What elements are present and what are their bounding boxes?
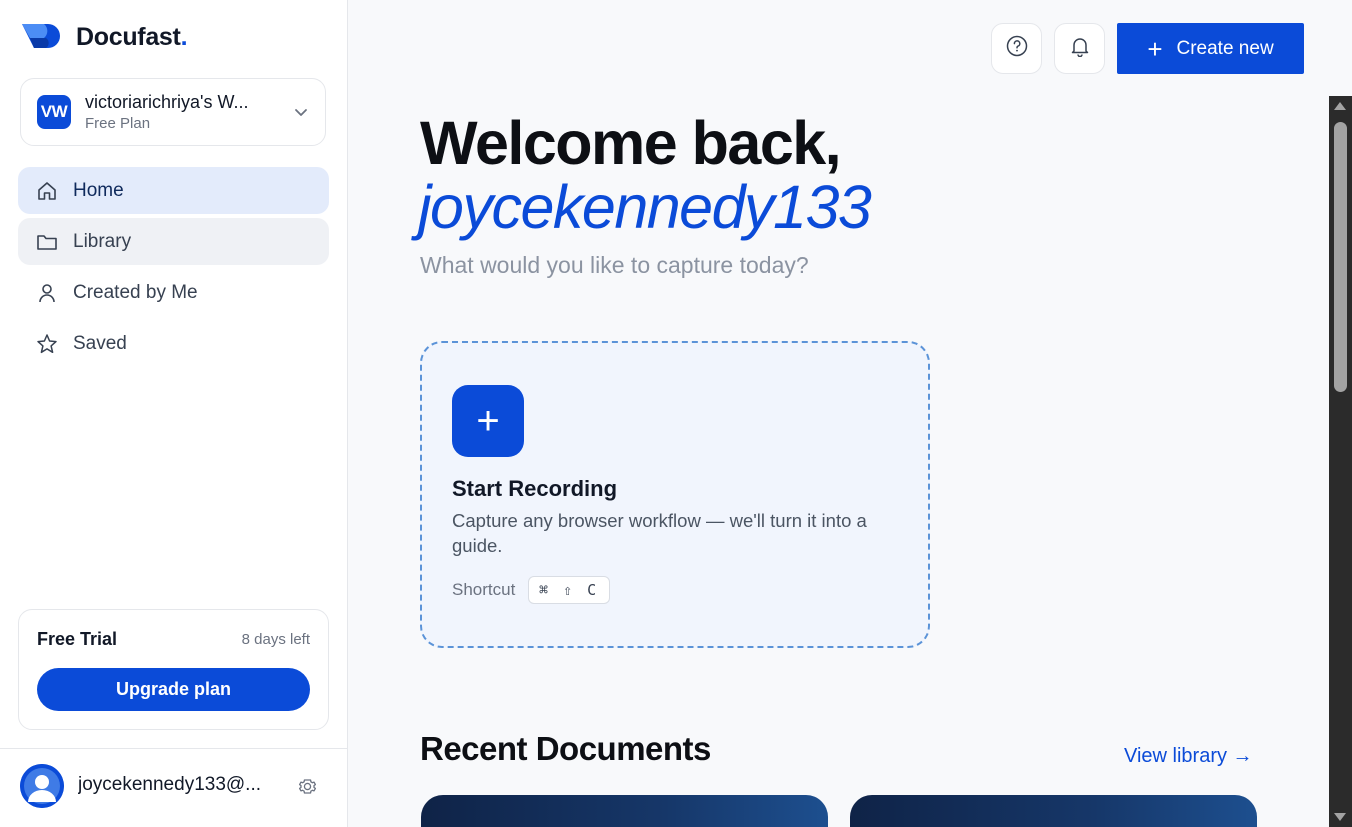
sidebar-nav: Home Library Created by Me Saved [18,167,329,371]
home-icon [36,180,58,202]
sidebar: Docufast. VW victoriarichriya's W... Fre… [0,0,348,827]
folder-icon [36,231,58,253]
view-library-link[interactable]: View library → [1124,745,1253,768]
document-card[interactable] [850,795,1257,827]
sidebar-item-created-by-me[interactable]: Created by Me [18,269,329,316]
recent-documents-heading: Recent Documents [420,730,711,767]
workspace-switcher[interactable]: VW victoriarichriya's W... Free Plan [20,78,326,146]
welcome-heading: Welcome back, [420,109,842,177]
user-email: joycekennedy133@... [78,774,262,795]
shortcut-keys: ⌘ ⇧ C [528,576,611,604]
workspace-name: victoriarichriya's W... [85,92,249,112]
welcome-subtitle: What would you like to capture today? [420,252,809,278]
scroll-up-arrow-icon[interactable] [1334,102,1346,110]
record-title: Start Recording [452,476,618,501]
workspace-avatar: VW [37,95,71,129]
upgrade-plan-button[interactable]: Upgrade plan [37,668,310,711]
trial-title: Free Trial [37,629,118,649]
avatar[interactable] [20,764,64,808]
shortcut-label: Shortcut [452,580,516,599]
brand-name: Docufast. [76,22,188,51]
sidebar-item-label: Saved [73,332,127,354]
trial-days-left: 8 days left [241,631,310,648]
sidebar-item-label: Home [73,179,124,201]
document-card[interactable] [421,795,828,827]
free-trial-card: Free Trial 8 days left Upgrade plan [18,609,329,730]
sidebar-item-home[interactable]: Home [18,167,329,214]
notifications-button[interactable] [1054,23,1105,74]
help-circle-icon [1006,35,1028,62]
record-description: Capture any browser workflow — we'll tur… [452,510,867,556]
star-icon [36,333,58,355]
start-recording-card[interactable]: + Start Recording Capture any browser wo… [420,341,930,648]
workspace-plan: Free Plan [85,115,151,132]
sidebar-item-library[interactable]: Library [18,218,329,265]
sidebar-item-label: Library [73,230,132,252]
create-new-button[interactable]: + Create new [1117,23,1304,74]
welcome-username: joycekennedy133 [418,173,872,241]
brand[interactable]: Docufast. [20,22,188,52]
gear-icon[interactable] [297,776,318,797]
help-button[interactable] [991,23,1042,74]
scrollbar[interactable] [1329,96,1352,827]
docufast-logo-icon [20,22,64,52]
user-icon [36,282,58,304]
scroll-down-arrow-icon[interactable] [1334,813,1346,821]
plus-icon[interactable]: + [452,385,524,457]
plus-icon: + [1147,33,1163,64]
user-bar: joycekennedy133@... [0,748,347,827]
bell-icon [1069,35,1091,62]
scrollbar-thumb[interactable] [1334,122,1347,392]
sidebar-item-label: Created by Me [73,281,198,303]
chevron-down-icon [293,104,309,120]
create-new-label: Create new [1176,37,1274,59]
sidebar-item-saved[interactable]: Saved [18,320,329,367]
